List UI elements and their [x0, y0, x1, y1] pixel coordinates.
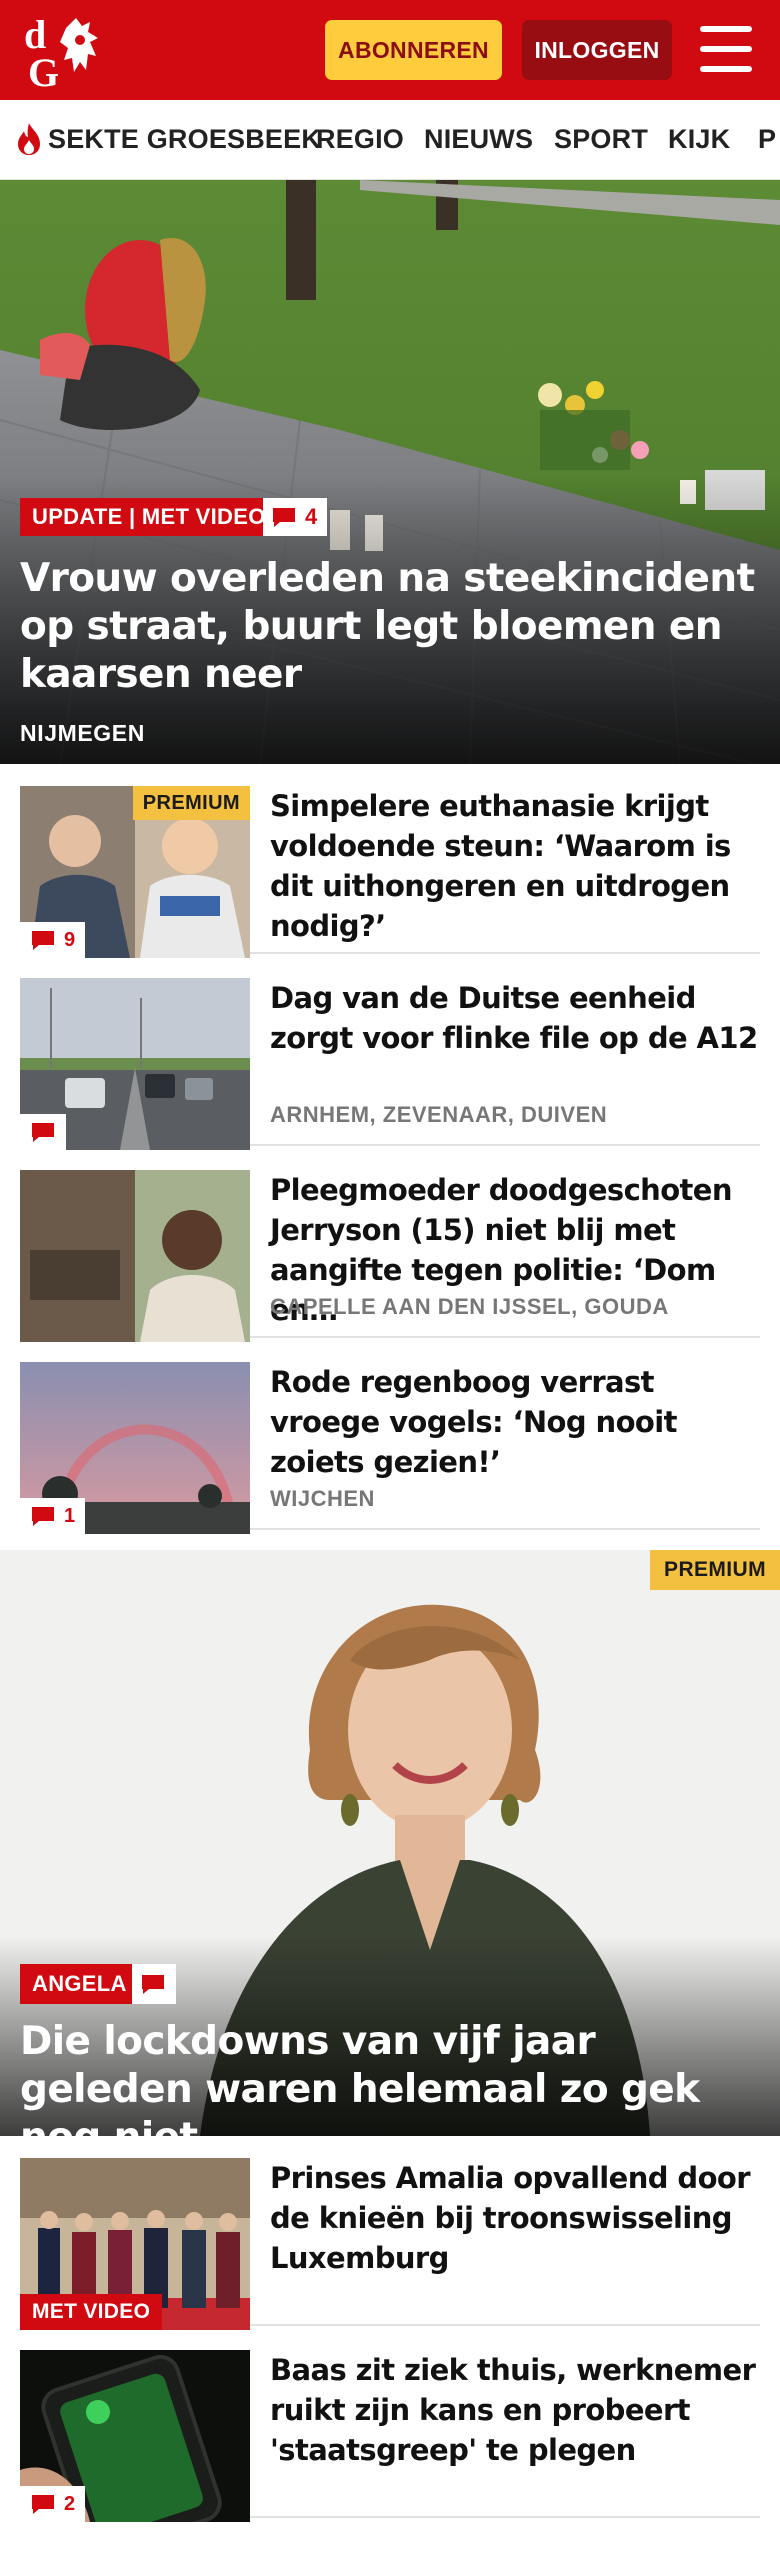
list-item[interactable]: Dag van de Duitse eenheid zorgt voor fli… — [20, 956, 760, 1150]
comment-icon — [142, 1975, 164, 1994]
comment-icon — [32, 1123, 54, 1142]
feature-article[interactable]: PREMIUM ANGELA Die lockdowns van vijf ja… — [0, 1550, 780, 2136]
article-thumbnail: 1 — [20, 1362, 250, 1534]
comment-icon — [32, 931, 54, 950]
article-tag: MET VIDEO — [20, 2294, 163, 2330]
nav-item-sport[interactable]: SPORT — [554, 124, 648, 155]
article-comment-count[interactable]: 9 — [20, 922, 86, 958]
login-button[interactable]: INLOGGEN — [522, 20, 672, 80]
nav-item-regio[interactable]: REGIO — [316, 124, 404, 155]
article-thumbnail: MET VIDEO — [20, 2158, 250, 2330]
comment-icon — [273, 508, 295, 527]
feature-comment-count[interactable] — [132, 1964, 176, 2004]
feature-title[interactable]: Die lockdowns van vijf jaar geleden ware… — [20, 2018, 760, 2136]
section-nav: SEKTE GROESBEEK REGIO NIEUWS SPORT KIJK … — [0, 100, 780, 180]
comment-count: 1 — [64, 1504, 76, 1527]
list-item[interactable]: PREMIUM 9 Simpelere euthanasie krijgt vo… — [20, 764, 760, 958]
dg-logo[interactable]: d G — [22, 10, 122, 95]
hero-article[interactable]: UPDATE | MET VIDEO 4 Vrouw overleden na … — [0, 180, 780, 764]
list-item[interactable]: Pleegmoeder doodgeschoten Jerryson (15) … — [20, 1148, 760, 1342]
hero-location: NIJMEGEN — [20, 720, 145, 746]
article-title[interactable]: Simpelere euthanasie krijgt voldoende st… — [270, 786, 760, 946]
hero-tag: UPDATE | MET VIDEO — [20, 498, 278, 536]
article-location: WIJCHEN — [270, 1486, 375, 1511]
list-item[interactable]: 2 Baas zit ziek thuis, werknemer ruikt z… — [20, 2328, 760, 2522]
hero-title[interactable]: Vrouw overleden na steekincident op stra… — [20, 555, 765, 699]
list-item[interactable]: 1 Rode regenboog verrast vroege vogels: … — [20, 1340, 760, 1534]
hero-comment-count[interactable]: 4 — [263, 498, 328, 536]
comment-count: 9 — [64, 928, 76, 951]
comment-icon — [32, 2495, 54, 2514]
article-comment-count[interactable]: 1 — [20, 1498, 86, 1534]
article-comment-count[interactable]: 2 — [20, 2486, 86, 2522]
fire-icon — [18, 123, 40, 155]
hero-comments: 4 — [305, 504, 318, 529]
svg-text:G: G — [28, 50, 59, 92]
premium-badge: PREMIUM — [650, 1550, 780, 1590]
subscribe-button[interactable]: ABONNEREN — [325, 20, 502, 80]
article-location: CAPELLE AAN DEN IJSSEL, GOUDA — [270, 1294, 669, 1319]
comment-icon — [32, 1507, 54, 1526]
nav-item-nieuws[interactable]: NIEUWS — [424, 124, 533, 155]
article-title[interactable]: Prinses Amalia opvallend door de knieën … — [270, 2158, 760, 2278]
list-item[interactable]: MET VIDEO Prinses Amalia opvallend door … — [20, 2136, 760, 2330]
article-thumbnail: PREMIUM 9 — [20, 786, 250, 958]
article-title[interactable]: Baas zit ziek thuis, werknemer ruikt zij… — [270, 2350, 760, 2470]
article-location: ARNHEM, ZEVENAAR, DUIVEN — [270, 1102, 608, 1127]
hamburger-menu-icon[interactable] — [700, 24, 752, 74]
nav-item-overflow[interactable]: P — [758, 124, 776, 155]
nav-item-sekte-groesbeek[interactable]: SEKTE GROESBEEK — [48, 124, 321, 155]
top-bar: d G ABONNEREN INLOGGEN — [0, 0, 780, 100]
nav-item-kijk[interactable]: KIJK — [668, 124, 730, 155]
article-thumbnail: 2 — [20, 2350, 250, 2522]
article-thumbnail — [20, 1170, 250, 1342]
article-title[interactable]: Rode regenboog verrast vroege vogels: ‘N… — [270, 1362, 760, 1482]
comment-count: 2 — [64, 2492, 76, 2515]
article-thumbnail — [20, 978, 250, 1150]
article-title[interactable]: Dag van de Duitse eenheid zorgt voor fli… — [270, 978, 760, 1058]
feature-tag: ANGELA — [20, 1964, 139, 2004]
article-comment-count[interactable] — [20, 1114, 66, 1150]
premium-badge: PREMIUM — [132, 786, 250, 820]
